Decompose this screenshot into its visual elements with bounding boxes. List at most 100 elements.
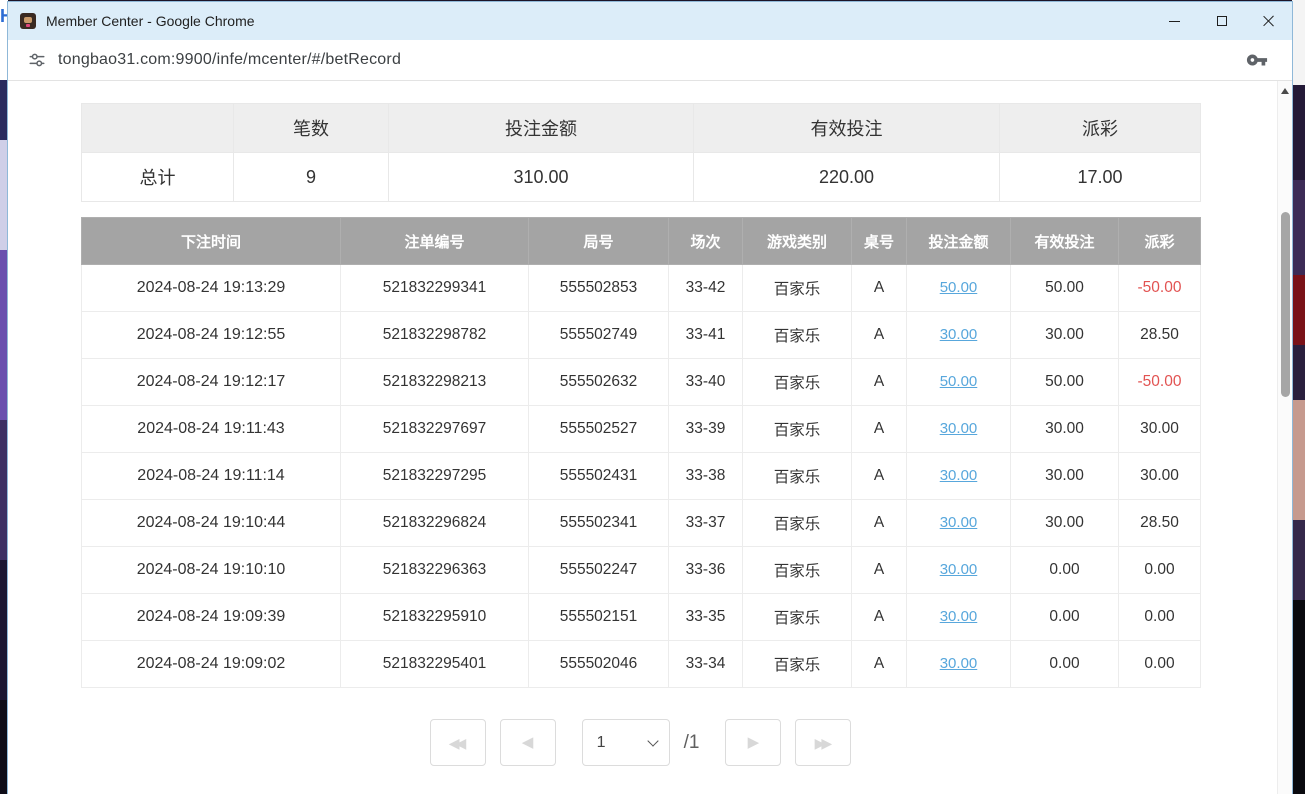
summary-header-bet-amount: 投注金额 <box>389 104 694 153</box>
cell-round_no: 555502247 <box>529 547 669 594</box>
cell-bet_amount: 30.00 <box>907 641 1011 688</box>
cell-game_type: 百家乐 <box>743 594 852 641</box>
summary-table: 笔数 投注金额 有效投注 派彩 总计 9 310.00 220.00 17.00 <box>81 103 1201 202</box>
bet-amount-link[interactable]: 50.00 <box>940 373 978 390</box>
maximize-button[interactable] <box>1198 2 1245 40</box>
cell-payout: 30.00 <box>1119 453 1201 500</box>
summary-total-payout: 17.00 <box>1000 153 1201 202</box>
cell-time: 2024-08-24 19:11:43 <box>82 406 341 453</box>
bet-amount-link[interactable]: 30.00 <box>940 608 978 625</box>
cell-time: 2024-08-24 19:12:17 <box>82 359 341 406</box>
bet-amount-link[interactable]: 30.00 <box>940 561 978 578</box>
cell-valid_bet: 0.00 <box>1011 594 1119 641</box>
summary-header-count: 笔数 <box>234 104 389 153</box>
cell-bet_no: 521832297295 <box>341 453 529 500</box>
column-header-bet_no: 注单编号 <box>341 218 529 265</box>
page-select[interactable]: 1 <box>582 719 670 766</box>
maximize-icon <box>1217 16 1227 26</box>
table-row: 2024-08-24 19:12:55521832298782555502749… <box>82 312 1201 359</box>
url-input[interactable]: tongbao31.com:9900/infe/mcenter/#/betRec… <box>58 51 401 69</box>
cell-game_type: 百家乐 <box>743 406 852 453</box>
window-title: Member Center - Google Chrome <box>46 13 255 29</box>
cell-time: 2024-08-24 19:09:39 <box>82 594 341 641</box>
left-chevron-icon: ◀ <box>522 735 534 750</box>
page-select-wrap: 1 <box>582 719 670 766</box>
cell-bet_no: 521832295910 <box>341 594 529 641</box>
close-icon <box>1263 15 1275 27</box>
cell-valid_bet: 50.00 <box>1011 359 1119 406</box>
pagination: ◀◀ ◀ 1 /1 ▶ ▶▶ <box>81 719 1200 766</box>
cell-game_type: 百家乐 <box>743 453 852 500</box>
bet-amount-link[interactable]: 50.00 <box>940 279 978 296</box>
cell-bet_no: 521832297697 <box>341 406 529 453</box>
table-row: 2024-08-24 19:09:02521832295401555502046… <box>82 641 1201 688</box>
cell-session: 33-37 <box>669 500 743 547</box>
cell-payout: -50.00 <box>1119 359 1201 406</box>
first-page-button[interactable]: ◀◀ <box>430 719 486 766</box>
last-page-button[interactable]: ▶▶ <box>795 719 851 766</box>
cell-session: 33-38 <box>669 453 743 500</box>
summary-header-payout: 派彩 <box>1000 104 1201 153</box>
cell-table_no: A <box>852 359 907 406</box>
summary-header-row: 笔数 投注金额 有效投注 派彩 <box>82 104 1201 153</box>
bet-amount-link[interactable]: 30.00 <box>940 326 978 343</box>
cell-table_no: A <box>852 641 907 688</box>
cell-round_no: 555502046 <box>529 641 669 688</box>
cell-round_no: 555502749 <box>529 312 669 359</box>
cell-bet_no: 521832299341 <box>341 265 529 312</box>
cell-game_type: 百家乐 <box>743 641 852 688</box>
cell-time: 2024-08-24 19:10:44 <box>82 500 341 547</box>
bet-amount-link[interactable]: 30.00 <box>940 467 978 484</box>
cell-session: 33-36 <box>669 547 743 594</box>
column-header-game_type: 游戏类别 <box>743 218 852 265</box>
password-key-icon[interactable] <box>1246 49 1268 71</box>
summary-total-valid-bet: 220.00 <box>694 153 1000 202</box>
summary-header-valid-bet: 有效投注 <box>694 104 1000 153</box>
next-page-button[interactable]: ▶ <box>725 719 781 766</box>
cell-game_type: 百家乐 <box>743 359 852 406</box>
cell-bet_amount: 30.00 <box>907 500 1011 547</box>
table-row: 2024-08-24 19:12:17521832298213555502632… <box>82 359 1201 406</box>
cell-session: 33-41 <box>669 312 743 359</box>
cell-game_type: 百家乐 <box>743 547 852 594</box>
table-row: 2024-08-24 19:13:29521832299341555502853… <box>82 265 1201 312</box>
minimize-icon <box>1169 21 1180 22</box>
cell-bet_amount: 30.00 <box>907 547 1011 594</box>
cell-payout: 0.00 <box>1119 641 1201 688</box>
scrollbar-thumb[interactable] <box>1281 212 1290 397</box>
right-chevron-icon: ▶ <box>748 735 760 750</box>
summary-header-blank <box>82 104 234 153</box>
table-row: 2024-08-24 19:11:43521832297697555502527… <box>82 406 1201 453</box>
bet-amount-link[interactable]: 30.00 <box>940 655 978 672</box>
bet-record-table: 下注时间注单编号局号场次游戏类别桌号投注金额有效投注派彩 2024-08-24 … <box>81 217 1201 688</box>
cell-bet_no: 521832298782 <box>341 312 529 359</box>
cell-round_no: 555502632 <box>529 359 669 406</box>
address-bar[interactable]: tongbao31.com:9900/infe/mcenter/#/betRec… <box>8 40 1292 81</box>
cell-time: 2024-08-24 19:12:55 <box>82 312 341 359</box>
minimize-button[interactable] <box>1151 2 1198 40</box>
cell-bet_no: 521832296363 <box>341 547 529 594</box>
site-info-tune-icon[interactable] <box>28 51 46 69</box>
scroll-up-arrow-icon[interactable] <box>1281 88 1289 94</box>
cell-bet_no: 521832298213 <box>341 359 529 406</box>
cell-bet_no: 521832295401 <box>341 641 529 688</box>
cell-payout: 0.00 <box>1119 547 1201 594</box>
total-pages-label: /1 <box>684 732 700 754</box>
cell-valid_bet: 0.00 <box>1011 641 1119 688</box>
close-button[interactable] <box>1245 2 1292 40</box>
bet-amount-link[interactable]: 30.00 <box>940 514 978 531</box>
table-row: 2024-08-24 19:10:10521832296363555502247… <box>82 547 1201 594</box>
bet-amount-link[interactable]: 30.00 <box>940 420 978 437</box>
vertical-scrollbar[interactable] <box>1277 81 1292 794</box>
cell-valid_bet: 30.00 <box>1011 312 1119 359</box>
summary-total-count: 9 <box>234 153 389 202</box>
cell-session: 33-42 <box>669 265 743 312</box>
cell-round_no: 555502431 <box>529 453 669 500</box>
prev-page-button[interactable]: ◀ <box>500 719 556 766</box>
cell-time: 2024-08-24 19:09:02 <box>82 641 341 688</box>
cell-payout: 28.50 <box>1119 500 1201 547</box>
column-header-table_no: 桌号 <box>852 218 907 265</box>
background-letter-fragment: H <box>0 6 8 26</box>
cell-session: 33-34 <box>669 641 743 688</box>
column-header-round_no: 局号 <box>529 218 669 265</box>
